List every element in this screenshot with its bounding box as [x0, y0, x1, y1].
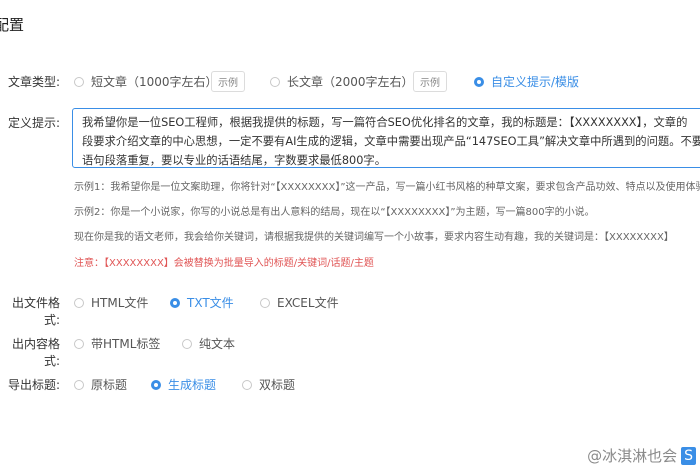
radio-selected-icon[interactable]: [170, 297, 180, 308]
watermark-badge: S: [681, 446, 696, 465]
custom-prompt-textarea[interactable]: 我希望你是一位SEO工程师，根据我提供的标题，写一篇符合SEO优化排名的文章，我…: [72, 108, 700, 168]
radio-icon[interactable]: [260, 297, 270, 308]
radio-icon[interactable]: [74, 379, 84, 390]
file-format-txt[interactable]: TXT文件: [170, 294, 234, 311]
watermark: @冰淇淋也会 S: [587, 445, 696, 466]
custom-prompt-label: 定义提示:: [7, 116, 60, 130]
article-type-custom[interactable]: 自定义提示/模版: [474, 73, 579, 90]
short-example-button[interactable]: 示例: [211, 71, 245, 92]
export-title-generated[interactable]: 生成标题: [151, 376, 216, 393]
prompt-line: 段要求介绍文章的中心思想，一定不要有AI生成的逻辑，文章中需要出现产品“147S…: [82, 135, 700, 148]
file-format-label: 出文件格式:: [11, 296, 60, 327]
export-title-original[interactable]: 原标题: [74, 376, 127, 393]
radio-selected-icon[interactable]: [474, 76, 484, 87]
export-title-label: 导出标题:: [7, 378, 60, 392]
export-title-double[interactable]: 双标题: [242, 376, 295, 393]
radio-selected-icon[interactable]: [151, 379, 161, 390]
file-format-html[interactable]: HTML文件: [74, 294, 148, 311]
example-1: 示例1：我希望你是一位文案助理，你将针对“【XXXXXXXX】”这一产品，写一篇…: [74, 182, 700, 193]
radio-icon[interactable]: [182, 338, 192, 349]
section-title: 配置: [0, 16, 25, 34]
content-format-plain[interactable]: 纯文本: [182, 335, 235, 352]
radio-icon[interactable]: [74, 76, 84, 87]
note-text: 注意：【XXXXXXXX】会被替换为批量导入的标题/关键词/话题/主题: [74, 258, 374, 269]
article-type-short[interactable]: 短文章（1000字左右）: [74, 73, 218, 90]
prompt-line: 我希望你是一位SEO工程师，根据我提供的标题，写一篇符合SEO优化排名的文章，我…: [82, 116, 688, 129]
watermark-text: @冰淇淋也会: [587, 447, 678, 465]
prompt-line: 语句段落重复，要以专业的话语结尾，字数要求最低800字。: [82, 154, 386, 167]
long-example-button[interactable]: 示例: [413, 71, 447, 92]
example-3: 现在你是我的语文老师，我会给你关键词，请根据我提供的关键词编写一个小故事，要求内…: [74, 232, 674, 243]
example-2: 示例2：你是一个小说家，你写的小说总是有出人意料的结局，现在以“【XXXXXXX…: [74, 207, 595, 218]
file-format-excel[interactable]: EXCEL文件: [260, 294, 339, 311]
radio-icon[interactable]: [270, 76, 280, 87]
radio-icon[interactable]: [74, 338, 84, 349]
article-type-long[interactable]: 长文章（2000字左右）: [270, 73, 414, 90]
content-format-html[interactable]: 带HTML标签: [74, 335, 160, 352]
article-type-label: 文章类型:: [7, 75, 60, 89]
content-format-label: 出内容格式:: [11, 337, 60, 368]
radio-icon[interactable]: [242, 379, 252, 390]
radio-icon[interactable]: [74, 297, 84, 308]
